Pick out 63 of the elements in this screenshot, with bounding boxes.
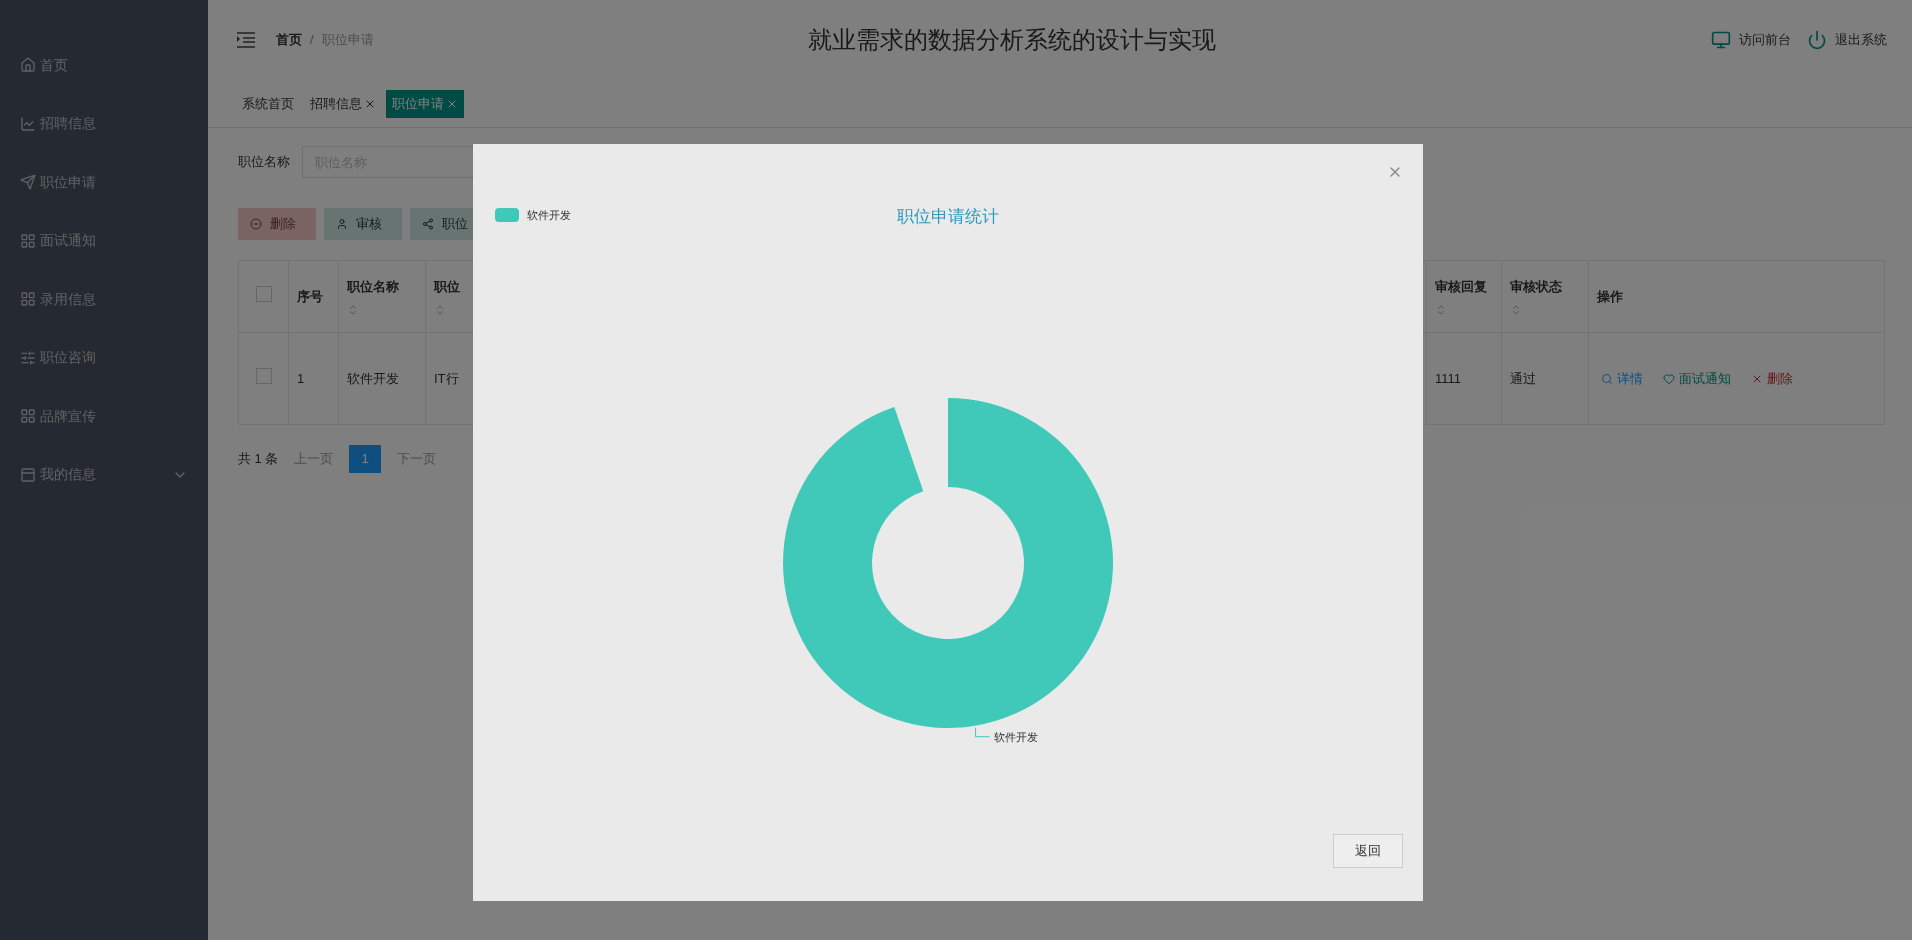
sidebar-item[interactable]: 品牌宣传 [0, 387, 208, 446]
sidebar-item[interactable]: 首页 [0, 36, 208, 95]
sidebar-item[interactable]: 职位咨询 [0, 328, 208, 387]
heart-icon [1663, 372, 1675, 385]
column-header: 审核回复 [1435, 277, 1487, 296]
back-button[interactable]: 返回 [1333, 834, 1403, 868]
table-cell: 软件开发 [347, 370, 399, 386]
search-label: 职位名称 [238, 153, 290, 172]
column-header: 审核状态 [1510, 277, 1562, 296]
table-cell: 1 [297, 370, 305, 386]
grid-icon [20, 232, 36, 249]
toolbar-button[interactable]: 删除 [238, 208, 316, 240]
checkbox[interactable] [255, 285, 272, 302]
minus-circle-icon [250, 218, 262, 230]
header-link[interactable]: 退出系统 [1807, 30, 1887, 50]
search-icon [1601, 372, 1613, 385]
column-header: 序号 [297, 287, 323, 306]
table-cell: 通过 [1510, 370, 1536, 386]
toolbar-button[interactable]: 审核 [324, 208, 402, 240]
row-action-link[interactable]: 删除 [1751, 368, 1793, 389]
page-tab[interactable]: 职位申请 [386, 89, 464, 118]
power-icon [1807, 30, 1827, 50]
page-tab[interactable]: 招聘信息 [304, 89, 382, 118]
house-icon [20, 57, 36, 74]
grid-icon [20, 408, 36, 425]
page-number[interactable]: 1 [349, 445, 381, 473]
chart-icon [20, 115, 36, 132]
slice-label: 软件开发 [993, 730, 1038, 743]
menu-toggle-icon[interactable] [236, 32, 256, 48]
paper-plane-icon [20, 174, 36, 191]
grid-icon [20, 291, 36, 308]
table-cell: 1111 [1435, 370, 1462, 386]
column-header: 操作 [1597, 287, 1623, 306]
row-action-link[interactable]: 详情 [1601, 368, 1643, 389]
sort-icon[interactable] [434, 304, 446, 317]
sidebar-item[interactable]: 录用信息 [0, 270, 208, 329]
column-header: 职位 [434, 277, 460, 296]
sort-icon[interactable] [347, 304, 359, 317]
leader-line [975, 727, 991, 738]
user-icon [336, 218, 348, 230]
system-title: 就业需求的数据分析系统的设计与实现 [807, 25, 1218, 55]
table-cell: IT行 [434, 370, 459, 386]
sidebar-item[interactable]: 我的信息 [0, 445, 208, 504]
sidebar-item[interactable]: 职位申请 [0, 153, 208, 212]
sliders-icon [20, 349, 36, 366]
sort-icon[interactable] [1510, 304, 1522, 317]
page-tab[interactable]: 系统首页 [236, 89, 300, 118]
share-icon [422, 218, 434, 230]
total-count: 共 1 条 [238, 450, 279, 468]
legend-label[interactable]: 软件开发 [527, 209, 571, 221]
window-icon [20, 466, 36, 483]
breadcrumb-link[interactable]: 首页 [276, 30, 302, 50]
row-action-link[interactable]: 面试通知 [1663, 368, 1731, 389]
monitor-icon [1711, 30, 1731, 50]
breadcrumb-separator: / [310, 31, 314, 50]
chart-title: 职位申请统计 [897, 207, 999, 226]
sidebar-item[interactable]: 面试通知 [0, 211, 208, 270]
column-header: 职位名称 [347, 277, 399, 296]
sort-icon[interactable] [1435, 304, 1447, 317]
checkbox[interactable] [255, 367, 272, 384]
donut-slice[interactable] [783, 398, 1113, 728]
header-link[interactable]: 访问前台 [1711, 30, 1791, 50]
legend-swatch[interactable] [495, 208, 519, 222]
